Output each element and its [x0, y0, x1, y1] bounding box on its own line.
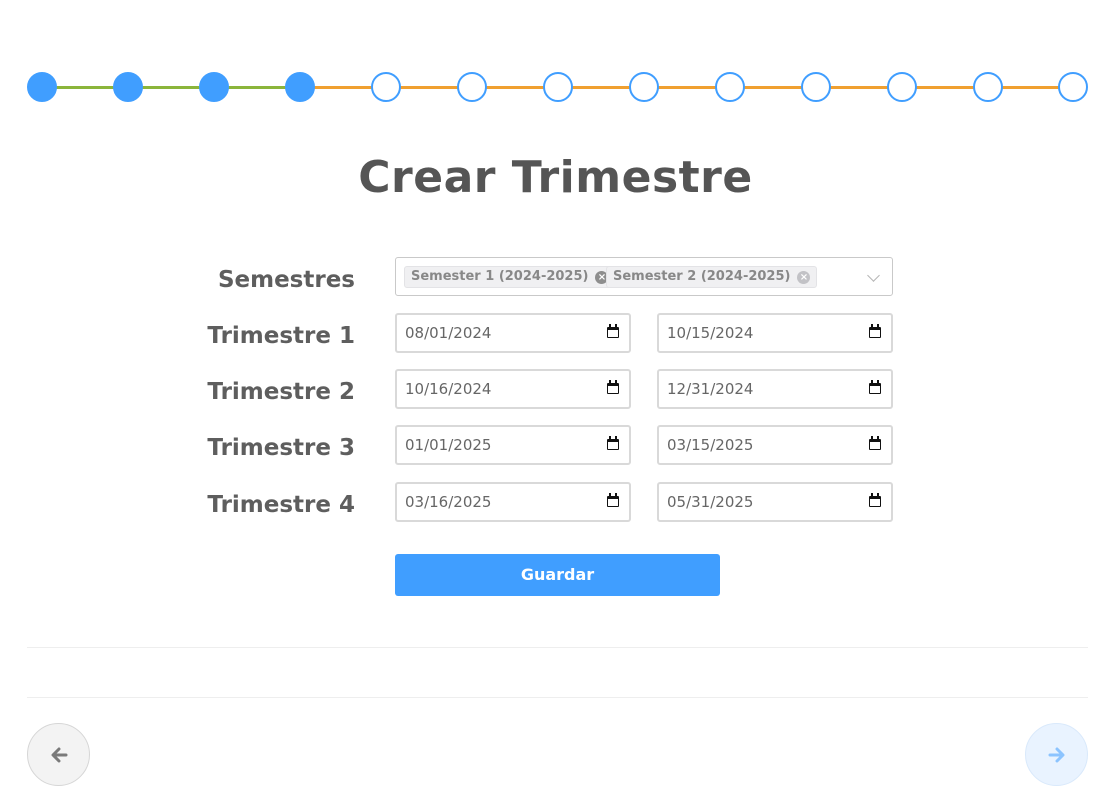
semestres-label: Semestres — [217, 267, 355, 293]
step-8[interactable] — [629, 72, 659, 102]
semester-tag-label: Semester 2 (2024-2025) — [613, 269, 791, 284]
date-value: 10/16/2024 — [405, 380, 492, 398]
divider — [27, 697, 1088, 698]
step-9[interactable] — [715, 72, 745, 102]
page-title: Crear Trimestre — [358, 152, 753, 203]
trimestre-2-end-date[interactable]: 12/31/2024 — [657, 369, 893, 409]
semester-tag: Semester 2 (2024-2025) × — [606, 266, 818, 288]
step-6[interactable] — [457, 72, 487, 102]
step-4[interactable] — [285, 72, 315, 102]
semester-tag-label: Semester 1 (2024-2025) — [411, 269, 589, 284]
trimestre-4-label: Trimestre 4 — [207, 492, 355, 518]
step-5[interactable] — [371, 72, 401, 102]
step-12[interactable] — [973, 72, 1003, 102]
save-button[interactable]: Guardar — [395, 554, 720, 596]
trimestre-2-label: Trimestre 2 — [207, 379, 355, 405]
previous-button[interactable] — [27, 723, 90, 786]
trimestre-3-label: Trimestre 3 — [207, 435, 355, 461]
divider — [27, 647, 1088, 648]
step-7[interactable] — [543, 72, 573, 102]
calendar-icon[interactable] — [869, 324, 881, 338]
date-value: 05/31/2025 — [667, 493, 754, 511]
step-2[interactable] — [113, 72, 143, 102]
calendar-icon[interactable] — [869, 380, 881, 394]
trimestre-3-start-date[interactable]: 01/01/2025 — [395, 425, 631, 465]
step-3[interactable] — [199, 72, 229, 102]
trimestre-3-end-date[interactable]: 03/15/2025 — [657, 425, 893, 465]
arrow-right-icon — [1048, 747, 1065, 763]
date-value: 08/01/2024 — [405, 324, 492, 342]
step-10[interactable] — [801, 72, 831, 102]
date-value: 12/31/2024 — [667, 380, 754, 398]
stepper-line-pending — [300, 86, 1073, 89]
stepper-line-completed — [42, 86, 300, 89]
date-value: 03/16/2025 — [405, 493, 492, 511]
step-13[interactable] — [1058, 72, 1088, 102]
date-value: 03/15/2025 — [667, 436, 754, 454]
calendar-icon[interactable] — [607, 324, 619, 338]
close-circle-icon[interactable]: × — [797, 271, 811, 284]
semestres-select[interactable]: Semester 1 (2024-2025) × Semester 2 (202… — [395, 257, 893, 296]
step-1[interactable] — [27, 72, 57, 102]
trimestre-2-start-date[interactable]: 10/16/2024 — [395, 369, 631, 409]
calendar-icon[interactable] — [869, 493, 881, 507]
trimestre-4-end-date[interactable]: 05/31/2025 — [657, 482, 893, 522]
arrow-left-icon — [51, 747, 68, 763]
trimestre-1-start-date[interactable]: 08/01/2024 — [395, 313, 631, 353]
date-value: 01/01/2025 — [405, 436, 492, 454]
calendar-icon[interactable] — [607, 493, 619, 507]
chevron-down-icon[interactable] — [867, 269, 880, 282]
next-button[interactable] — [1025, 723, 1088, 786]
trimestre-1-end-date[interactable]: 10/15/2024 — [657, 313, 893, 353]
calendar-icon[interactable] — [607, 436, 619, 450]
calendar-icon[interactable] — [869, 436, 881, 450]
progress-stepper — [27, 71, 1088, 103]
semester-tag: Semester 1 (2024-2025) × — [404, 266, 616, 288]
trimestre-1-label: Trimestre 1 — [207, 323, 355, 349]
trimestre-4-start-date[interactable]: 03/16/2025 — [395, 482, 631, 522]
calendar-icon[interactable] — [607, 380, 619, 394]
step-11[interactable] — [887, 72, 917, 102]
date-value: 10/15/2024 — [667, 324, 754, 342]
